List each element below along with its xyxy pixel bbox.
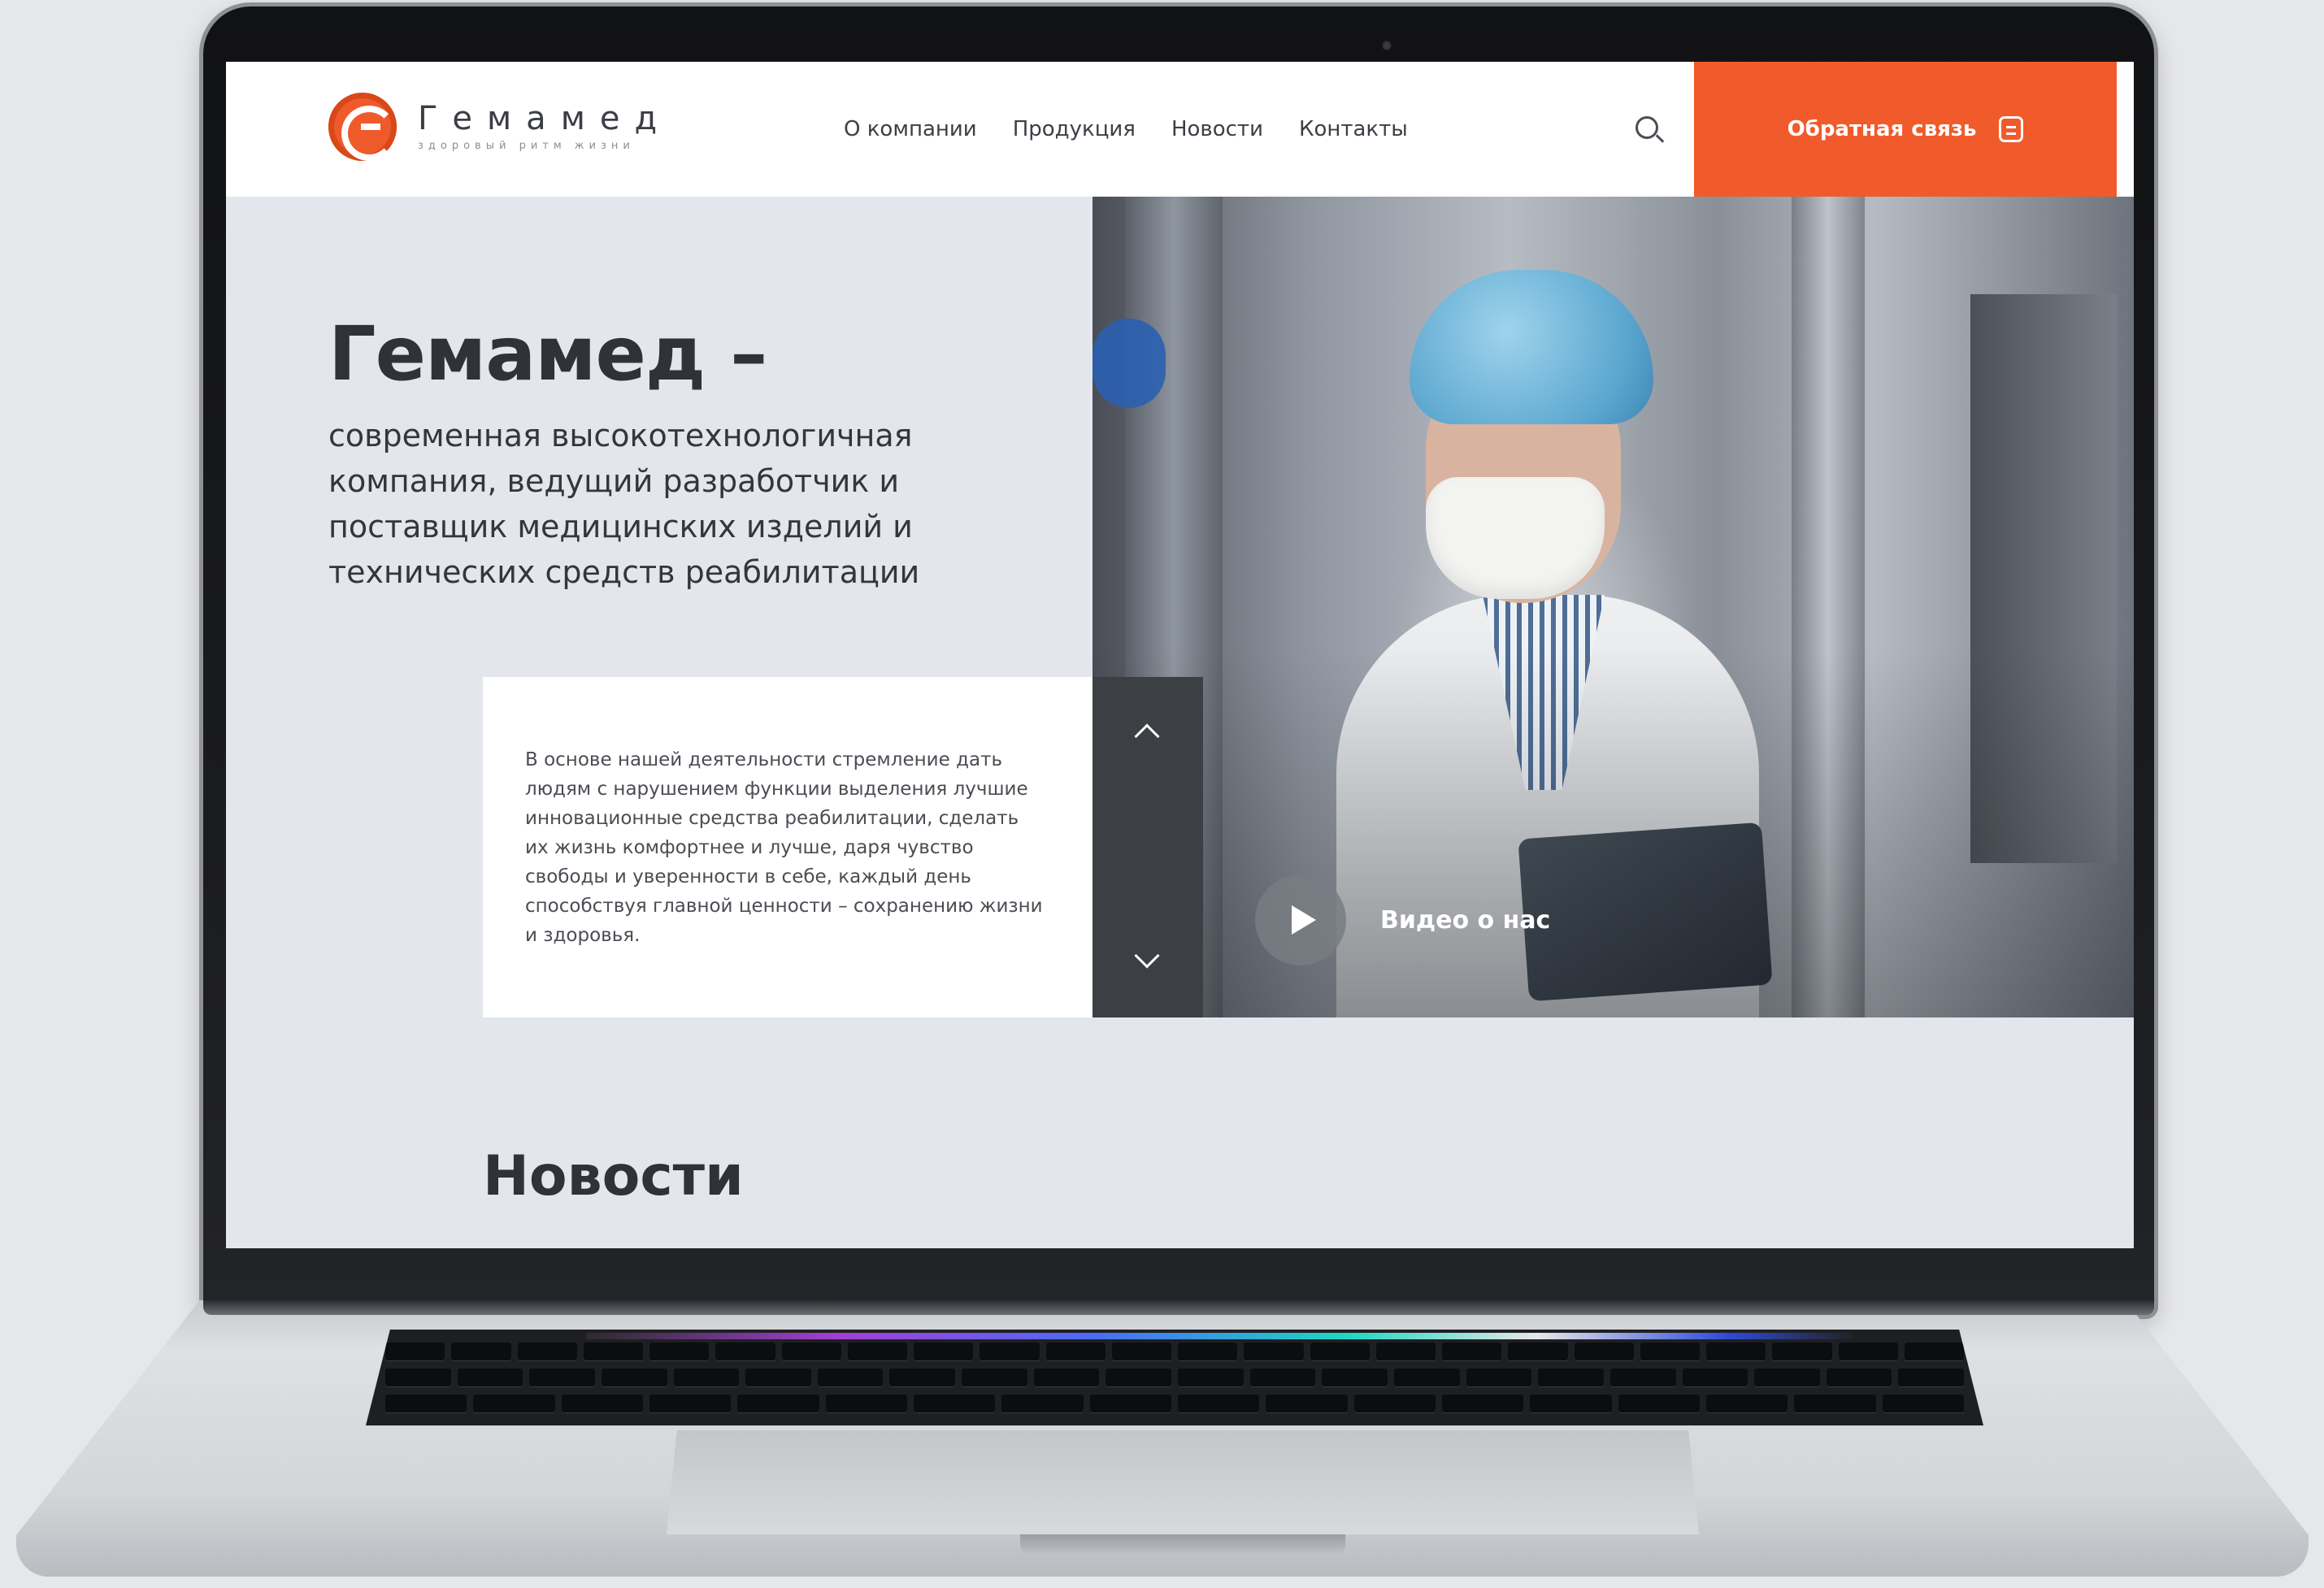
camera-icon: [1382, 41, 1392, 50]
laptop-hinge: [203, 1300, 2154, 1315]
nav-item-products[interactable]: Продукция: [1013, 117, 1136, 141]
chevron-down-icon[interactable]: [1134, 943, 1160, 969]
video-link[interactable]: Видео о нас: [1255, 874, 1550, 965]
video-label: Видео о нас: [1380, 905, 1551, 935]
feedback-button[interactable]: Обратная связь: [1694, 62, 2117, 197]
chevron-up-icon[interactable]: [1134, 723, 1160, 749]
logo-tagline: здоровый ритм жизни: [418, 139, 635, 152]
site-header: Гемамед здоровый ритм жизни О компании П…: [226, 62, 2134, 197]
news-section-title: Новости: [483, 1144, 744, 1208]
logo[interactable]: Гемамед здоровый ритм жизни: [328, 93, 671, 161]
hero-photo: [1092, 197, 2134, 1017]
about-card: В основе нашей деятельности стремление д…: [483, 677, 1092, 1017]
main-nav: О компании Продукция Новости Контакты: [844, 62, 1408, 197]
nav-item-about[interactable]: О компании: [844, 117, 977, 141]
logo-name: Гемамед: [418, 99, 672, 137]
feedback-button-label: Обратная связь: [1787, 117, 1977, 141]
hero-subtitle: современная высокотехнологичная компания…: [328, 418, 920, 590]
nav-item-news[interactable]: Новости: [1171, 117, 1263, 141]
hero-title: Гемамед –: [328, 310, 767, 397]
about-text: В основе нашей деятельности стремление д…: [525, 749, 1043, 946]
feedback-icon: [1999, 116, 2024, 142]
slider-controls: [1092, 677, 1203, 1017]
trackpad: [667, 1430, 1699, 1534]
touch-bar: [585, 1333, 1853, 1339]
nav-item-contacts[interactable]: Контакты: [1299, 117, 1408, 141]
browser-viewport: Гемамед здоровый ритм жизни О компании П…: [226, 62, 2134, 1248]
keyboard: [366, 1330, 1983, 1425]
laptop-notch: [1020, 1534, 1345, 1555]
search-icon[interactable]: [1632, 113, 1665, 145]
play-icon[interactable]: [1255, 874, 1346, 965]
logo-icon: [328, 93, 397, 161]
